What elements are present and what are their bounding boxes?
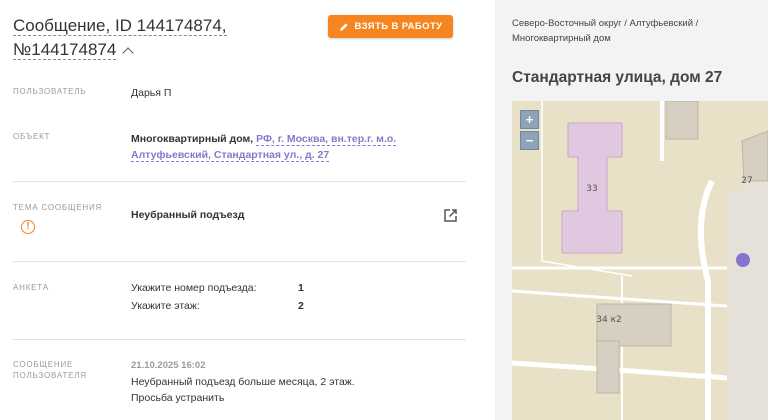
message-date: 21.10.2025 16:02 bbox=[131, 360, 206, 371]
map-label-27: 27 bbox=[741, 176, 752, 186]
take-to-work-button[interactable]: Взять в работу bbox=[328, 15, 453, 38]
message-body: 21.10.2025 16:02 Неубранный подъезд боль… bbox=[131, 358, 355, 406]
object-type: Многоквартирный дом, bbox=[131, 133, 254, 145]
divider bbox=[13, 261, 466, 262]
object-label: Объект bbox=[13, 132, 51, 141]
message-label-line1: Сообщение bbox=[13, 360, 74, 369]
map-label-34k2: 34 к2 bbox=[596, 315, 621, 325]
divider bbox=[13, 181, 466, 182]
map-canvas: 33 27 34 к2 bbox=[512, 101, 768, 420]
map-view[interactable]: 33 27 34 к2 + − bbox=[512, 101, 768, 420]
object-row: Объект Многоквартирный дом, РФ, г. Москв… bbox=[13, 131, 466, 171]
zoom-out-button[interactable]: − bbox=[520, 131, 539, 150]
survey-answer: 2 bbox=[298, 300, 304, 312]
chevron-up-icon[interactable] bbox=[122, 47, 134, 59]
message-label: Сообщение пользователя bbox=[13, 359, 87, 381]
survey-answer: 1 bbox=[298, 282, 304, 294]
external-link-icon[interactable] bbox=[443, 208, 458, 223]
map-location-marker[interactable] bbox=[736, 253, 750, 267]
map-building bbox=[596, 340, 620, 394]
message-title[interactable]: Сообщение, ID 144174874, №144174874 bbox=[13, 14, 313, 62]
user-row: Пользователь Дарья П bbox=[13, 86, 466, 106]
map-building bbox=[596, 303, 672, 347]
user-label: Пользователь bbox=[13, 87, 87, 96]
message-text-line2: Просьба устранить bbox=[131, 392, 225, 404]
message-title-line1: Сообщение, ID 144174874, bbox=[13, 16, 227, 36]
message-title-line2: №144174874 bbox=[13, 40, 117, 60]
topic-label: Тема сообщения bbox=[13, 203, 103, 212]
message-text-line1: Неубранный подъезд больше месяца, 2 этаж… bbox=[131, 376, 355, 388]
address-title: Стандартная улица, дом 27 bbox=[512, 69, 723, 86]
survey-row: Анкета Укажите номер подъезда: 1 Укажите… bbox=[13, 282, 466, 322]
breadcrumb-line1: Северо-Восточный округ / Алтуфьевский / bbox=[512, 18, 699, 29]
survey-question: Укажите этаж: bbox=[131, 300, 200, 312]
breadcrumb: Северо-Восточный округ / Алтуфьевский / … bbox=[512, 16, 762, 46]
topic-row: Тема сообщения ! Неубранный подъезд bbox=[13, 202, 466, 242]
user-value: Дарья П bbox=[131, 87, 172, 99]
survey-question: Укажите номер подъезда: bbox=[131, 282, 257, 294]
topic-value: Неубранный подъезд bbox=[131, 209, 245, 221]
breadcrumb-line2: Многоквартирный дом bbox=[512, 33, 611, 44]
take-to-work-label: Взять в работу bbox=[354, 21, 443, 32]
warning-icon: ! bbox=[21, 220, 35, 234]
message-panel: Сообщение, ID 144174874, №144174874 Взят… bbox=[0, 0, 478, 420]
object-value: Многоквартирный дом, РФ, г. Москва, вн.т… bbox=[131, 131, 421, 163]
message-row: Сообщение пользователя 21.10.2025 16:02 … bbox=[13, 359, 466, 420]
zoom-in-button[interactable]: + bbox=[520, 110, 539, 129]
divider bbox=[13, 339, 466, 340]
location-panel: Северо-Восточный округ / Алтуфьевский / … bbox=[495, 0, 768, 420]
message-label-line2: пользователя bbox=[13, 371, 87, 380]
map-label-33: 33 bbox=[586, 184, 597, 194]
survey-label: Анкета bbox=[13, 283, 49, 292]
pencil-icon bbox=[339, 22, 348, 31]
map-building bbox=[665, 101, 699, 140]
